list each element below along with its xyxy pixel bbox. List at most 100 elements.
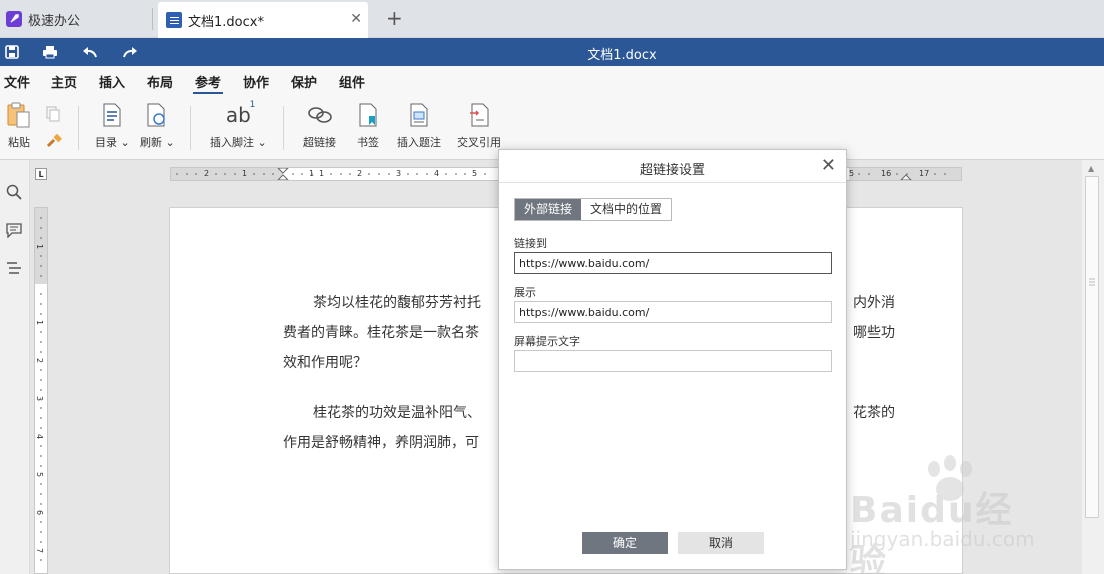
ruler-number: 2 [204, 169, 210, 178]
comment-icon[interactable] [4, 220, 24, 240]
ok-button[interactable]: 确定 [582, 532, 668, 554]
refresh-icon [144, 102, 170, 128]
screen-tip-label: 屏幕提示文字 [514, 335, 580, 348]
ruler-number: 1 [242, 169, 248, 178]
toc-button[interactable]: 目录 ⌄ [95, 102, 130, 150]
bookmark-label: 书签 [357, 136, 379, 149]
text-line: 茶均以桂花的馥郁芬芳衬托 [313, 295, 481, 311]
menu-home[interactable]: 主页 [51, 72, 77, 91]
dialog-header: 超链接设置 ✕ [499, 150, 846, 183]
display-label: 展示 [514, 286, 536, 299]
toolbar-divider [78, 106, 79, 150]
left-panel [0, 160, 30, 574]
text-line: 费者的青睐。桂花茶是一款名茶 [283, 325, 479, 341]
document-tab[interactable]: 文档1.docx* ✕ [158, 2, 368, 38]
insert-footnote-button[interactable]: ab 1 插入脚注 ⌄ [210, 100, 267, 150]
scroll-up-icon[interactable]: ▲ [1088, 164, 1094, 173]
insert-footnote-label: 插入脚注 ⌄ [210, 136, 267, 149]
close-icon[interactable]: ✕ [821, 155, 836, 176]
footnote-glyph: ab [225, 103, 251, 127]
menu-layout[interactable]: 布局 [147, 72, 173, 91]
ruler-number: 5 [472, 169, 478, 178]
menu-insert[interactable]: 插入 [99, 72, 125, 91]
ruler-number: 1 [319, 169, 325, 178]
vertical-scrollbar[interactable]: ▲ [1082, 160, 1104, 574]
copy-icon[interactable] [46, 106, 60, 125]
ruler-number: 3 [35, 395, 45, 402]
insert-caption-button[interactable]: 插入题注 [397, 102, 441, 150]
link-to-input[interactable] [514, 252, 832, 274]
bookmark-button[interactable]: 书签 [355, 102, 381, 150]
refresh-button[interactable]: 刷新 ⌄ [140, 102, 175, 150]
footnote-icon: ab 1 [225, 100, 255, 128]
toolbar-divider [190, 106, 191, 150]
ruler-number: 7 [35, 547, 45, 554]
display-input[interactable] [514, 301, 832, 323]
vertical-ruler[interactable]: 1 1 2 3 4 5 6 7 [34, 207, 48, 574]
link-to-label: 链接到 [514, 237, 547, 250]
ruler-number: 5 [849, 169, 855, 178]
ruler-number: 5 [35, 471, 45, 478]
link-type-tabs: 外部链接 文档中的位置 [514, 198, 673, 221]
bookmark-icon [355, 102, 381, 128]
toc-label: 目录 ⌄ [95, 136, 130, 149]
insert-caption-label: 插入题注 [397, 136, 441, 149]
rocket-icon [6, 11, 22, 27]
ruler-number: 3 [396, 169, 402, 178]
cancel-button[interactable]: 取消 [678, 532, 764, 554]
table-of-contents-icon [99, 102, 125, 128]
hyperlink-settings-dialog: 超链接设置 ✕ 外部链接 文档中的位置 链接到 展示 屏幕提示文字 确定 取消 [498, 149, 847, 570]
menu-components[interactable]: 组件 [339, 72, 365, 91]
refresh-label: 刷新 ⌄ [140, 136, 175, 149]
paste-button[interactable]: 粘贴 [6, 102, 32, 150]
text-line-tail: 内外消 [853, 295, 895, 311]
tab-external-link[interactable]: 外部链接 [515, 199, 582, 220]
document-icon [166, 12, 182, 28]
ruler-number: 6 [35, 509, 45, 516]
new-tab-button[interactable]: + [386, 6, 403, 30]
cross-reference-label: 交叉引用 [457, 136, 501, 149]
tab-bar: 极速办公 文档1.docx* ✕ + [0, 0, 1104, 38]
hyperlink-button[interactable]: 超链接 [303, 102, 336, 150]
menu-collaboration[interactable]: 协作 [243, 72, 269, 91]
text-line-tail: 哪些功 [853, 325, 895, 341]
toolbar-divider [283, 106, 284, 150]
ruler-number: 2 [35, 357, 45, 364]
text-line-tail: 花茶的 [853, 405, 895, 421]
ruler-number: 1 [35, 319, 45, 326]
search-icon[interactable] [4, 182, 24, 202]
tab-divider [152, 8, 153, 30]
paste-label: 粘贴 [8, 136, 30, 149]
document-tab-label: 文档1.docx* [188, 14, 264, 30]
menu-protect[interactable]: 保护 [291, 72, 317, 91]
text-line: 桂花茶的功效是温补阳气、 [313, 405, 481, 421]
menu-file[interactable]: 文件 [4, 72, 30, 91]
app-tab-label: 极速办公 [28, 13, 81, 29]
menu-bar: 文件 主页 插入 布局 参考 协作 保护 组件 [0, 66, 1104, 94]
cross-reference-button[interactable]: 交叉引用 [457, 102, 501, 150]
ruler-number: 17 [919, 169, 930, 178]
tab-stop-selector[interactable]: L [35, 168, 47, 180]
screen-tip-input[interactable] [514, 350, 832, 372]
navigation-icon[interactable] [4, 258, 24, 278]
app-tab[interactable]: 极速办公 [0, 0, 152, 38]
clipboard-icon [6, 102, 32, 128]
caption-icon [406, 102, 432, 128]
footnote-superscript: 1 [249, 100, 256, 110]
ruler-number: 4 [35, 433, 45, 440]
ruler-number: 4 [434, 169, 440, 178]
ruler-number: 1 [35, 243, 45, 250]
menu-references[interactable]: 参考 [192, 72, 224, 94]
title-bar: 文档1.docx [0, 38, 1104, 66]
scroll-thumb[interactable] [1085, 176, 1099, 518]
window-title: 文档1.docx [587, 48, 657, 63]
ruler-number: 1 [309, 169, 315, 178]
format-painter-icon[interactable] [46, 133, 62, 151]
tab-document-position[interactable]: 文档中的位置 [581, 199, 672, 220]
cross-reference-icon [466, 102, 492, 128]
ruler-number: 2 [357, 169, 363, 178]
hyperlink-label: 超链接 [303, 136, 336, 149]
close-tab-icon[interactable]: ✕ [350, 11, 362, 27]
link-icon [307, 102, 333, 128]
ruler-number: 16 [881, 169, 892, 178]
